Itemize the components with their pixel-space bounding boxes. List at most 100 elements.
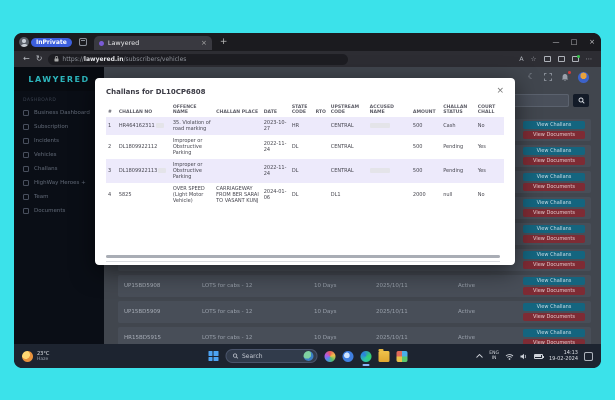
taskbar-search-box[interactable]: Search xyxy=(225,349,317,363)
language-indicator[interactable]: ENG IN xyxy=(489,351,499,362)
sidebar-item-challans[interactable]: Challans xyxy=(14,162,104,176)
back-icon[interactable]: ← xyxy=(23,55,30,63)
volume-icon[interactable] xyxy=(520,353,528,360)
view-documents-button[interactable]: View Documents xyxy=(523,235,585,243)
user-avatar[interactable] xyxy=(578,72,589,83)
challan-cell xyxy=(214,117,262,135)
challan-cell: No xyxy=(476,183,504,207)
taskbar-weather-widget[interactable]: 23°C Haze xyxy=(22,351,49,362)
taskbar-center: Search xyxy=(208,349,407,363)
tab-search-icon[interactable] xyxy=(79,38,87,46)
browser-tab-bar: InPrivate Lawyered × + — □ × xyxy=(14,33,601,51)
weather-haze-icon xyxy=(22,351,33,362)
challan-col-header: # xyxy=(106,103,117,117)
challan-cell: Yes xyxy=(476,135,504,159)
challan-cell: CENTRAL xyxy=(329,159,368,183)
challan-cell: DL1 xyxy=(329,183,368,207)
view-challans-button[interactable]: View Challans xyxy=(523,121,585,129)
vehicle-actions: View Challans View Documents xyxy=(523,303,585,321)
edge-browser-icon[interactable] xyxy=(360,351,371,362)
inprivate-label: InPrivate xyxy=(31,38,72,47)
hidden-icons-chevron[interactable] xyxy=(476,354,483,358)
search-highlight-image xyxy=(303,351,313,361)
notification-center-icon[interactable] xyxy=(584,352,593,361)
challan-col-header: ACCUSED NAME xyxy=(368,103,411,117)
url-bar[interactable]: https://lawyered.in/subscribers/vehicles xyxy=(48,54,348,65)
view-challans-button[interactable]: View Challans xyxy=(523,329,585,337)
sidebar-item-highway-heroes[interactable]: HighWay Heroes + xyxy=(14,176,104,190)
inprivate-badge[interactable]: InPrivate xyxy=(19,37,72,47)
battery-icon[interactable] xyxy=(534,354,543,359)
challan-row: 2DL1809922112Improper or Obstructive Par… xyxy=(106,135,504,159)
modal-horizontal-scrollbar[interactable] xyxy=(106,255,500,258)
read-aloud-icon[interactable]: A xyxy=(519,55,523,63)
start-button-icon[interactable] xyxy=(208,351,218,361)
view-challans-button[interactable]: View Challans xyxy=(523,225,585,233)
maximize-button[interactable]: □ xyxy=(565,33,583,51)
view-documents-button[interactable]: View Documents xyxy=(523,157,585,165)
challan-col-header: UPSTREAM CODE xyxy=(329,103,368,117)
sidebar: LAWYERED DASHBOARD Business DashboardSub… xyxy=(14,67,104,344)
split-screen-icon[interactable] xyxy=(558,56,565,62)
weather-desc: Haze xyxy=(37,357,49,362)
sidebar-item-icon xyxy=(23,208,29,214)
close-button[interactable]: × xyxy=(583,33,601,51)
sidebar-item-documents[interactable]: Documents xyxy=(14,204,104,218)
tab-close-icon[interactable]: × xyxy=(201,39,207,47)
copilot-icon[interactable] xyxy=(342,351,353,362)
challan-cell: null xyxy=(441,183,476,207)
view-challans-button[interactable]: View Challans xyxy=(523,251,585,259)
notifications-bell-icon[interactable] xyxy=(561,73,569,82)
taskbar-tray: ENG IN 14:13 19-02-2024 xyxy=(476,350,593,363)
wifi-icon[interactable] xyxy=(505,353,514,360)
sidebar-section-label: DASHBOARD xyxy=(14,91,104,106)
view-documents-button[interactable]: View Documents xyxy=(523,183,585,191)
view-documents-button[interactable]: View Documents xyxy=(523,131,585,139)
modal-close-icon[interactable]: × xyxy=(496,87,504,96)
file-explorer-icon[interactable] xyxy=(378,351,389,362)
browser-tab[interactable]: Lawyered × xyxy=(94,36,212,50)
challans-modal: Challans for DL10CP6808 × #CHALLAN NOOFF… xyxy=(95,78,515,265)
challan-cell: 500 xyxy=(411,159,441,183)
vehicle-plan: LOTS for cabs - 12 xyxy=(202,309,314,315)
new-tab-button[interactable]: + xyxy=(220,37,228,47)
sidebar-item-team[interactable]: Team xyxy=(14,190,104,204)
vehicle-actions: View Challans View Documents xyxy=(523,121,585,139)
taskbar-clock[interactable]: 14:13 19-02-2024 xyxy=(549,350,578,363)
challan-col-header: STATE CODE xyxy=(290,103,314,117)
view-challans-button[interactable]: View Challans xyxy=(523,173,585,181)
challan-cell: Improper or Obstructive Parking xyxy=(171,159,214,183)
challan-cell: CENTRAL xyxy=(329,135,368,159)
taskbar-app-icon-1[interactable] xyxy=(324,351,335,362)
challan-cell xyxy=(214,159,262,183)
challan-cell xyxy=(368,159,411,183)
lawyered-logo: LAWYERED xyxy=(28,75,89,84)
sidebar-item-subscription[interactable]: Subscription xyxy=(14,120,104,134)
vehicle-expiry-date: 2025/10/11 xyxy=(376,283,458,289)
view-documents-button[interactable]: View Documents xyxy=(523,209,585,217)
lock-icon xyxy=(54,56,59,62)
view-challans-button[interactable]: View Challans xyxy=(523,303,585,311)
challan-col-header: CHALLAN PLACE xyxy=(214,103,262,117)
search-button[interactable] xyxy=(573,94,589,107)
view-challans-button[interactable]: View Challans xyxy=(523,277,585,285)
taskbar-app-icon-2[interactable] xyxy=(396,351,407,362)
collections-icon[interactable] xyxy=(544,56,551,62)
reload-icon[interactable]: ↻ xyxy=(36,55,43,63)
dark-mode-moon-icon[interactable]: ☾ xyxy=(528,73,535,81)
view-documents-button[interactable]: View Documents xyxy=(523,313,585,321)
sidebar-item-incidents[interactable]: Incidents xyxy=(14,134,104,148)
browser-essentials-icon[interactable] xyxy=(572,56,579,62)
challan-cell: CARRIAGEWAY FROM BER SARAI TO VASANT KUN… xyxy=(214,183,262,207)
view-documents-button[interactable]: View Documents xyxy=(523,261,585,269)
fullscreen-icon[interactable] xyxy=(544,73,552,81)
view-challans-button[interactable]: View Challans xyxy=(523,147,585,155)
challan-cell: HR464162311 xyxy=(117,117,171,135)
minimize-button[interactable]: — xyxy=(547,33,565,51)
view-challans-button[interactable]: View Challans xyxy=(523,199,585,207)
sidebar-item-business-dashboard[interactable]: Business Dashboard xyxy=(14,106,104,120)
sidebar-item-vehicles[interactable]: Vehicles xyxy=(14,148,104,162)
view-documents-button[interactable]: View Documents xyxy=(523,287,585,295)
settings-menu-icon[interactable]: ⋯ xyxy=(586,55,593,63)
favorites-star-icon[interactable]: ☆ xyxy=(531,55,537,63)
